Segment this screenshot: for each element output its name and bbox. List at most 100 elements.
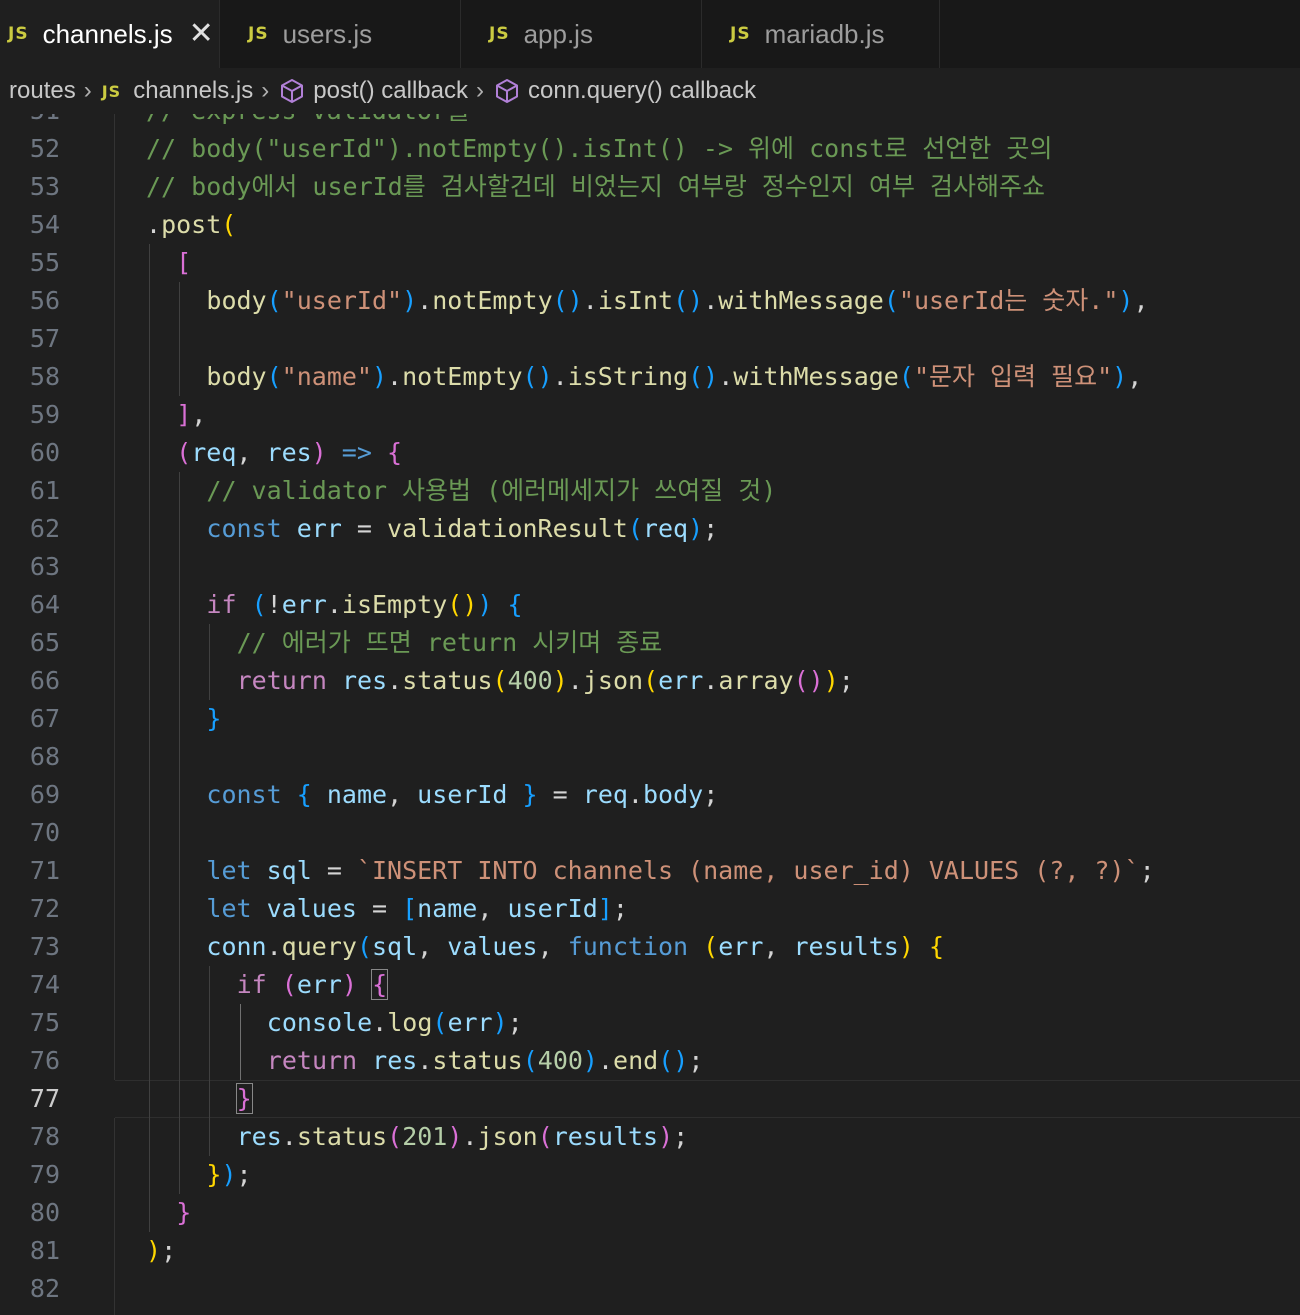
- breadcrumb-folder[interactable]: routes: [9, 77, 76, 105]
- indent-guide: [149, 244, 150, 1232]
- code-line[interactable]: 74 if (err) {: [0, 966, 1300, 1004]
- code-line[interactable]: 81);: [0, 1232, 1300, 1270]
- breadcrumb-symbol-post[interactable]: post() callback: [313, 77, 468, 105]
- line-number: 79: [29, 1160, 60, 1189]
- code-token: log: [387, 1008, 433, 1037]
- code-token: ): [477, 590, 493, 619]
- code-token: console: [266, 1008, 373, 1037]
- symbol-method-icon: [494, 78, 520, 104]
- code-token: {: [507, 590, 523, 619]
- chevron-right-icon: ›: [83, 77, 92, 104]
- line-number: 67: [29, 704, 60, 733]
- code-line[interactable]: 60 (req, res) => {: [0, 434, 1300, 472]
- code-line[interactable]: 67}: [0, 700, 1300, 738]
- indent-guide: [239, 1004, 241, 1080]
- code-line[interactable]: 66 return res.status(400).json(err.array(…: [0, 662, 1300, 700]
- tab-label: app.js: [523, 18, 593, 49]
- code-token: ;: [688, 1046, 704, 1075]
- code-line[interactable]: 56 body("userId").notEmpty().isInt().with…: [0, 282, 1300, 320]
- code-line[interactable]: 63: [0, 548, 1300, 586]
- code-line[interactable]: 69 const { name, userId } = req.body;: [0, 776, 1300, 814]
- javascript-file-icon: JS: [730, 24, 751, 44]
- code-line[interactable]: 64 if (!err.isEmpty()) {: [0, 586, 1300, 624]
- code-token: }: [522, 780, 538, 809]
- code-line[interactable]: 62 const err = validationResult(req);: [0, 510, 1300, 548]
- javascript-file-icon: JS: [248, 24, 269, 44]
- javascript-file-icon: JS: [8, 24, 29, 44]
- code-line[interactable]: 61 // validator 사용법 (에러메세지가 쓰여질 것): [0, 472, 1300, 510]
- code-token: return: [266, 1046, 358, 1075]
- breadcrumb-symbol-query[interactable]: conn.query() callback: [528, 77, 756, 105]
- code-token: ;: [612, 894, 628, 923]
- code-line[interactable]: 55 [: [0, 244, 1300, 282]
- code-token: .: [266, 932, 282, 961]
- code-line[interactable]: 65 // 에러가 뜨면 return 시키며 종료: [0, 624, 1300, 662]
- tab-app-js[interactable]: JS app.js: [461, 0, 702, 68]
- code-text: return res.status(400).end();: [267, 1042, 704, 1080]
- code-token: name: [326, 780, 388, 809]
- code-line[interactable]: 73 conn.query(sql, values, function (err,…: [0, 928, 1300, 966]
- line-number: 52: [29, 134, 60, 163]
- code-token: (): [447, 590, 478, 619]
- code-text: if (err) {: [237, 966, 389, 1004]
- code-token: isInt: [597, 286, 674, 315]
- code-text: conn.query(sql, values, function (err, r…: [206, 928, 944, 966]
- code-token: ): [341, 970, 358, 999]
- code-line[interactable]: 72 let values = [name, userId];: [0, 890, 1300, 928]
- code-text: let values = [name, userId];: [206, 890, 628, 928]
- code-token: ;: [838, 666, 854, 695]
- code-token: =>: [341, 438, 372, 467]
- line-number: 71: [29, 856, 60, 885]
- line-number: 77: [29, 1084, 60, 1113]
- code-token: res: [266, 438, 312, 467]
- code-token: withMessage: [718, 286, 884, 315]
- code-line[interactable]: 78 res.status(201).json(results);: [0, 1118, 1300, 1156]
- tab-mariadb-js[interactable]: JS mariadb.js: [702, 0, 940, 68]
- code-token: 400: [507, 666, 553, 695]
- code-token: results: [552, 1122, 659, 1151]
- code-line[interactable]: 57: [0, 320, 1300, 358]
- code-line[interactable]: 79});: [0, 1156, 1300, 1194]
- code-token: ,: [191, 400, 207, 429]
- breadcrumb-file[interactable]: channels.js: [133, 77, 253, 105]
- code-token: isString: [567, 362, 689, 391]
- line-number: 54: [29, 210, 60, 239]
- close-icon[interactable]: ✕: [189, 19, 214, 49]
- tab-users-js[interactable]: JS users.js: [220, 0, 461, 68]
- code-line[interactable]: 71 let sql = `INSERT INTO channels (name,…: [0, 852, 1300, 890]
- code-token: (: [522, 1046, 538, 1075]
- code-token: .: [597, 1046, 614, 1075]
- code-line[interactable]: 76 return res.status(400).end();: [0, 1042, 1300, 1080]
- code-token: }: [206, 1160, 222, 1189]
- code-line[interactable]: 77}: [0, 1080, 1300, 1118]
- code-line[interactable]: 52 // body("userId").notEmpty().isInt() -…: [0, 130, 1300, 168]
- code-line[interactable]: 70: [0, 814, 1300, 852]
- code-line[interactable]: 75 console.log(err);: [0, 1004, 1300, 1042]
- code-line[interactable]: 58 body("name").notEmpty().isString().wit…: [0, 358, 1300, 396]
- tab-channels-js[interactable]: JS channels.js ✕: [0, 0, 220, 68]
- code-token: conn: [206, 932, 267, 961]
- code-token: ): [402, 286, 418, 315]
- code-editor[interactable]: 51 // express-validator를 52 // body("userId…: [0, 114, 1300, 1315]
- code-token: ;: [673, 1122, 689, 1151]
- code-line[interactable]: 51 // express-validator를: [0, 114, 1300, 130]
- code-text: }: [176, 1194, 191, 1232]
- code-token: err: [296, 514, 342, 543]
- line-number: 57: [29, 324, 60, 353]
- code-token: .: [703, 666, 719, 695]
- code-token: results: [793, 932, 899, 961]
- line-number: 59: [29, 400, 60, 429]
- code-line[interactable]: 80}: [0, 1194, 1300, 1232]
- code-line[interactable]: 68: [0, 738, 1300, 776]
- code-text: .post(: [146, 206, 236, 244]
- code-token: body: [206, 362, 267, 391]
- code-token: // 에러가 뜨면 return 시키며 종료: [236, 628, 663, 657]
- breadcrumb: routes › JS channels.js › post() callbac…: [0, 68, 1300, 114]
- code-line[interactable]: 59],: [0, 396, 1300, 434]
- code-line[interactable]: 53 // body에서 userId를 검사할건데 비었는지 여부랑 정수인지 …: [0, 168, 1300, 206]
- code-token: =: [537, 780, 583, 809]
- code-line[interactable]: 82: [0, 1270, 1300, 1308]
- code-line[interactable]: 54 .post(: [0, 206, 1300, 244]
